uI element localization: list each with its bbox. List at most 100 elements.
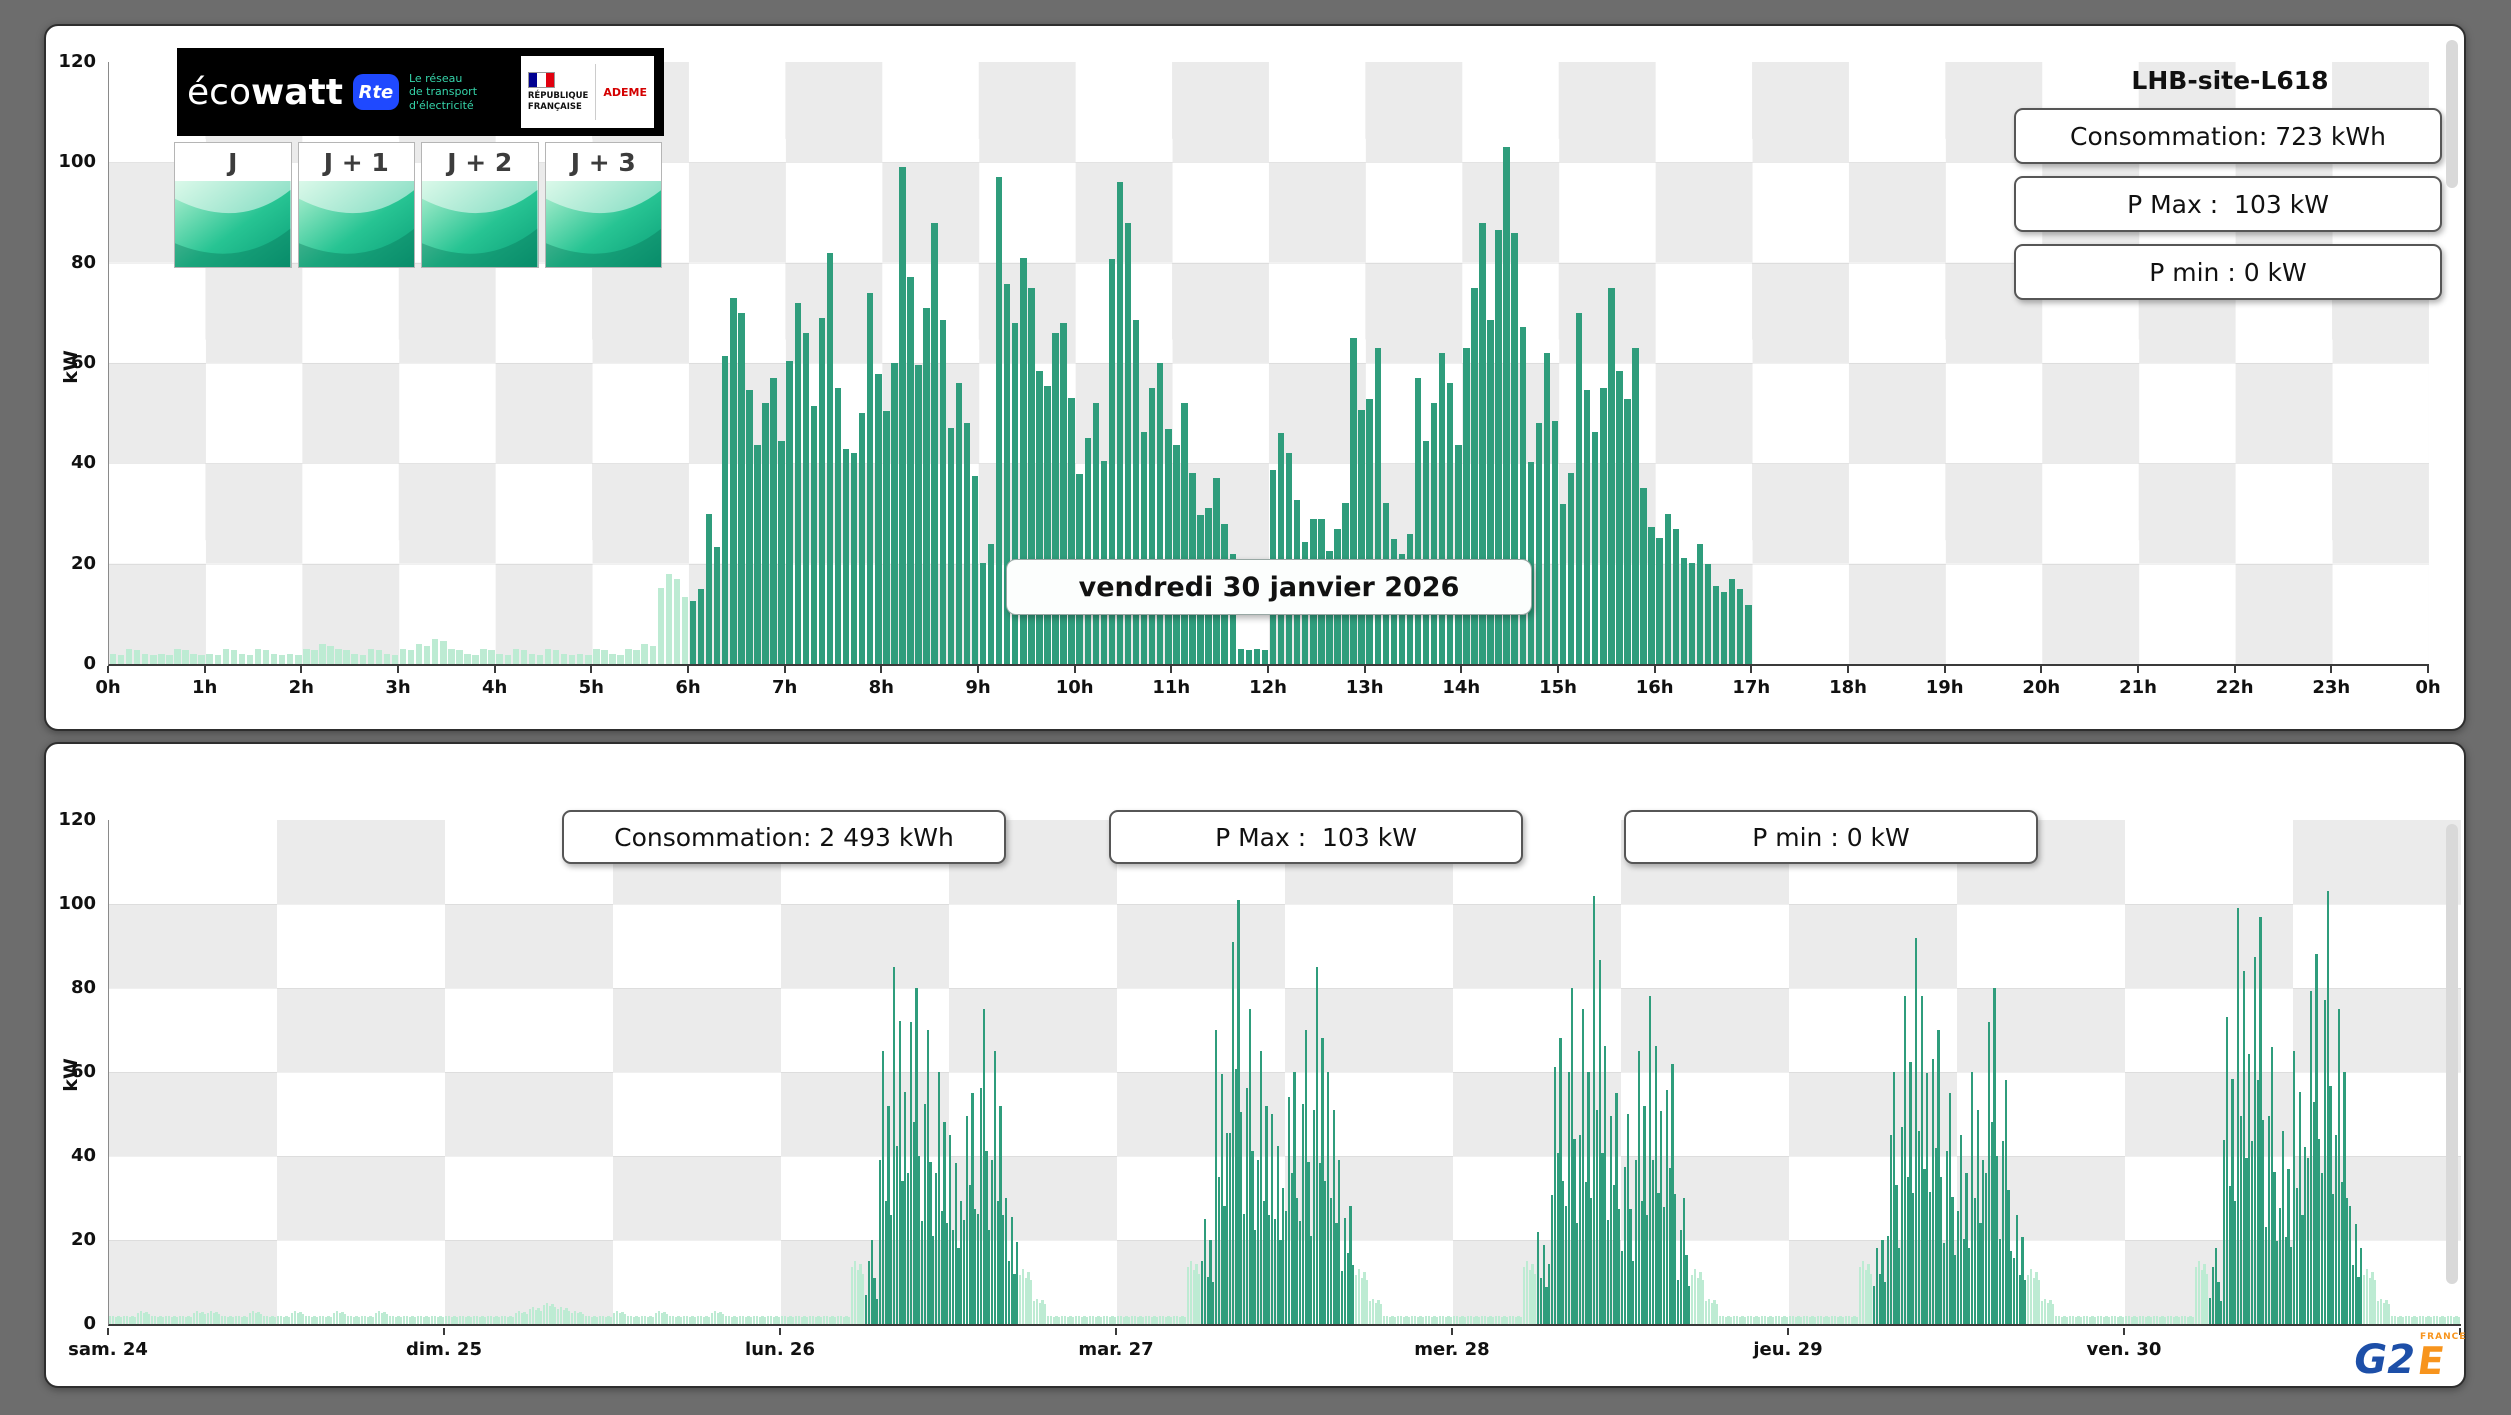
bar xyxy=(891,363,898,664)
bar xyxy=(1575,312,1583,664)
x-axis-tick-label: 9h xyxy=(965,677,991,698)
bar xyxy=(778,440,785,664)
bar xyxy=(1688,562,1696,664)
stat-pmax-day: P Max : 103 kW xyxy=(2014,176,2442,232)
y-axis-tick-label: 60 xyxy=(70,352,96,373)
y-axis-tick-label: 40 xyxy=(70,1145,96,1166)
bar xyxy=(222,648,230,664)
bar xyxy=(826,252,834,664)
bar xyxy=(1044,385,1051,664)
x-axis-tick xyxy=(2137,666,2139,673)
bar xyxy=(480,648,487,664)
bar xyxy=(1261,650,1269,664)
gridline xyxy=(109,363,2429,364)
y-axis-tick-label: 120 xyxy=(58,51,96,72)
bar xyxy=(1455,444,1462,664)
rte-tagline-line: de transport xyxy=(408,85,478,99)
bar xyxy=(746,390,753,664)
x-axis-tick-label: 17h xyxy=(1732,677,1771,698)
bar xyxy=(931,222,938,664)
bar xyxy=(254,648,262,664)
bar xyxy=(1608,287,1615,664)
bar xyxy=(689,600,697,664)
bar xyxy=(415,643,423,664)
bar xyxy=(278,654,286,664)
republique-francaise-text: RÉPUBLIQUE FRANÇAISE xyxy=(528,91,588,112)
ecowatt-eco-text: éco xyxy=(187,71,251,113)
bar xyxy=(1704,563,1712,664)
forecast-tile-label: J xyxy=(228,147,238,177)
x-axis-tick xyxy=(1451,1328,1453,1335)
x-axis-tick xyxy=(590,666,593,673)
x-axis-tick-label: 7h xyxy=(772,677,798,698)
forecast-tile-label: J + 3 xyxy=(570,147,636,177)
bar xyxy=(568,654,576,664)
bar xyxy=(166,654,173,664)
ecowatt-wordmark: écowatt xyxy=(187,72,343,113)
bar xyxy=(875,374,882,664)
x-axis-tick xyxy=(203,666,206,673)
rte-tagline: Le réseau de transport d'électricité xyxy=(409,72,477,112)
bar xyxy=(883,411,890,664)
x-axis-tick-label: 20h xyxy=(2022,677,2061,698)
y-axis-tick-label: 100 xyxy=(58,151,96,173)
x-axis-tick-label: 8h xyxy=(868,677,894,698)
bar xyxy=(327,645,334,664)
bar xyxy=(705,513,713,664)
forecast-tile-j1[interactable]: J + 1 xyxy=(297,142,415,268)
bar xyxy=(1358,409,1365,664)
bar xyxy=(1253,648,1261,664)
forecast-tile-j3[interactable]: J + 3 xyxy=(544,142,662,268)
x-axis-tick-label: 16h xyxy=(1635,677,1674,698)
forecast-tile-j2[interactable]: J + 2 xyxy=(421,142,539,268)
bar xyxy=(1551,421,1559,664)
bar xyxy=(1535,423,1543,664)
bar xyxy=(1068,397,1075,664)
bar xyxy=(335,648,342,664)
ecowatt-signal-icon xyxy=(545,181,661,267)
bar xyxy=(810,405,818,664)
stat-pmin-day: P min : 0 kW xyxy=(2014,244,2442,300)
republique-francaise-block: RÉPUBLIQUE FRANÇAISE xyxy=(527,71,588,112)
bar xyxy=(641,643,648,664)
ecowatt-signal-icon xyxy=(422,181,538,267)
bar xyxy=(1084,438,1091,664)
bar xyxy=(867,292,874,664)
bar xyxy=(939,319,946,664)
bar xyxy=(754,444,761,664)
bar xyxy=(440,641,447,664)
bar xyxy=(303,648,310,664)
x-axis-tick-label: 0h xyxy=(95,677,121,698)
x-axis-tick xyxy=(443,1328,445,1335)
bar xyxy=(657,588,665,664)
y-axis-tick-label: 0 xyxy=(83,653,96,674)
bar xyxy=(391,654,399,664)
bar xyxy=(1352,1265,1355,1324)
bar xyxy=(1672,528,1680,664)
g2e-logo: G2 FRANCE E xyxy=(2354,1332,2465,1383)
stat-consommation-day: Consommation: 723 kWh xyxy=(2014,108,2442,164)
x-axis-tick-label: 10h xyxy=(1055,677,1094,698)
scrollbar[interactable] xyxy=(2446,40,2458,188)
bar xyxy=(858,413,866,664)
bar xyxy=(1165,429,1172,664)
bar xyxy=(456,650,463,664)
bar xyxy=(552,650,560,664)
y-axis-tick-label: 0 xyxy=(83,1313,96,1334)
x-axis-tick xyxy=(397,666,399,673)
bar xyxy=(577,653,584,664)
scrollbar[interactable] xyxy=(2446,824,2458,1284)
bar xyxy=(1680,558,1688,664)
weekly-chart-plot[interactable] xyxy=(108,820,2461,1326)
bar xyxy=(1140,432,1148,664)
bar xyxy=(1173,444,1180,664)
x-axis-tick xyxy=(1557,666,1559,673)
bar xyxy=(319,643,326,664)
forecast-tile-j[interactable]: J xyxy=(174,142,292,268)
bar xyxy=(1422,440,1430,664)
bar xyxy=(1600,388,1607,664)
bar xyxy=(722,356,729,664)
gridline xyxy=(109,904,2461,905)
rte-logo: Rte xyxy=(352,74,399,110)
bar xyxy=(375,650,383,664)
